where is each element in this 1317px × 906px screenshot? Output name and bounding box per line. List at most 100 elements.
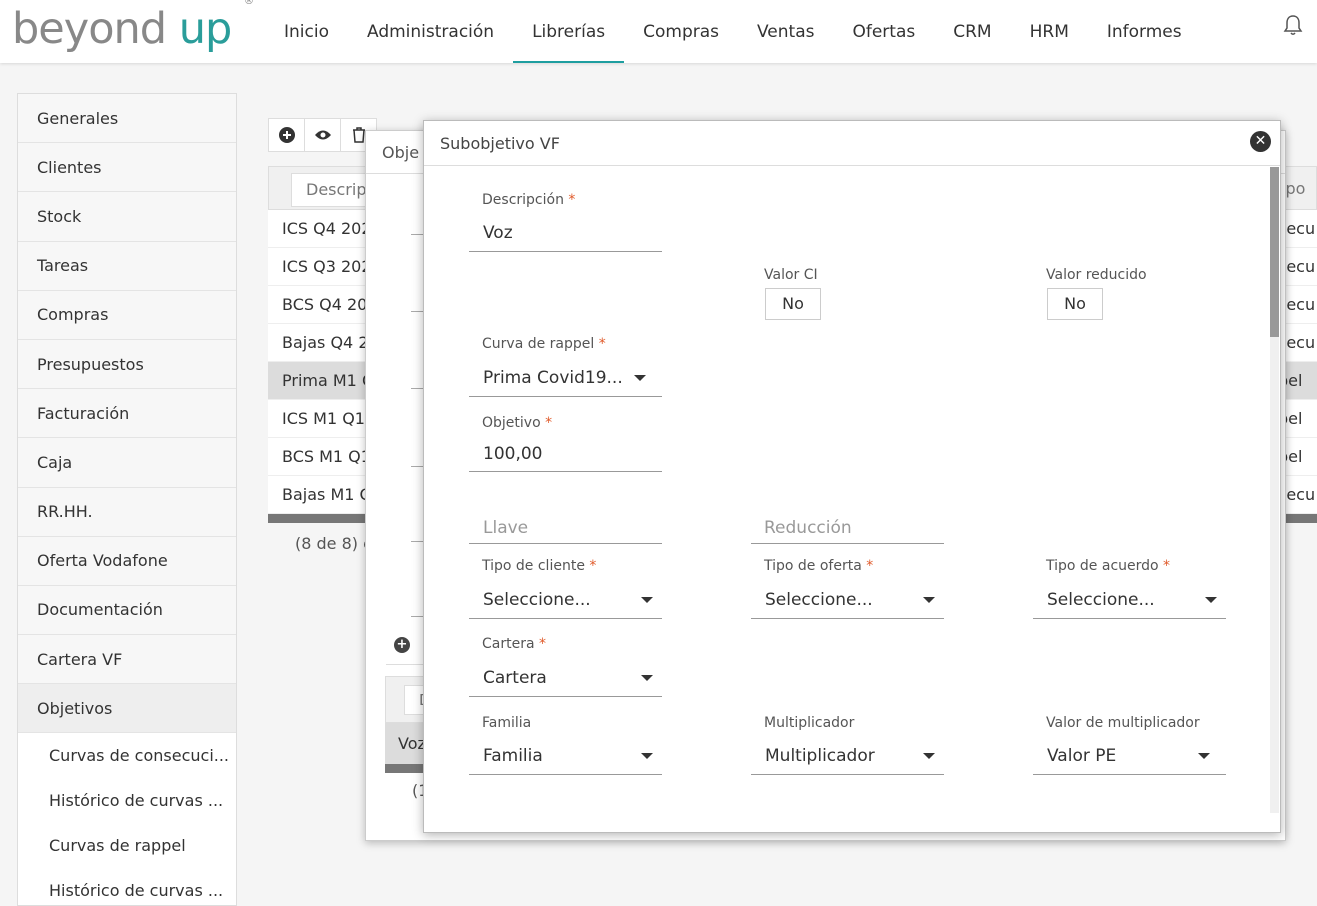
logo-accent: up — [178, 4, 233, 54]
view-button[interactable] — [304, 118, 341, 152]
nav-informes[interactable]: Informes — [1088, 0, 1201, 63]
label-text: Tipo de cliente — [482, 558, 585, 574]
reduccion-input[interactable]: Reducción — [764, 518, 852, 538]
sidebar-item-tareas[interactable]: Tareas — [18, 241, 236, 291]
required-mark: * — [589, 558, 597, 574]
divider — [411, 616, 423, 617]
sidebar-subitem-curvas-rappel[interactable]: Curvas de rappel — [18, 823, 236, 869]
multiplicador-underline — [751, 774, 944, 775]
sidebar-item-stock[interactable]: Stock — [18, 192, 236, 242]
sidebar-item-cartera-vf[interactable]: Cartera VF — [18, 635, 236, 685]
nav-librerias[interactable]: Librerías — [513, 0, 625, 63]
scrollbar-thumb[interactable] — [1270, 167, 1279, 337]
chevron-down-icon[interactable] — [641, 753, 653, 759]
sidebar-subitem-historico-curvas-2[interactable]: Histórico de curvas ... — [18, 868, 236, 905]
sidebar-subitem-historico-curvas-1[interactable]: Histórico de curvas ... — [18, 778, 236, 824]
record-count: (8 de 8) e — [295, 534, 373, 553]
chevron-down-icon[interactable] — [641, 675, 653, 681]
sidebar-item-generales[interactable]: Generales — [18, 94, 236, 144]
tipo-cliente-select[interactable]: Seleccione... — [483, 590, 591, 610]
divider — [411, 466, 423, 467]
tipo-oferta-label: Tipo de oferta * — [764, 558, 873, 574]
valor-ci-label: Valor CI — [764, 267, 818, 283]
label-text: Descripción — [482, 192, 564, 208]
row-description: ICS M1 Q1 — [282, 409, 365, 428]
cartera-select[interactable]: Cartera — [483, 668, 547, 688]
row-description: BCS Q4 20 — [282, 295, 368, 314]
sidebar-item-presupuestos[interactable]: Presupuestos — [18, 339, 236, 390]
nav-inicio[interactable]: Inicio — [265, 0, 348, 63]
cartera-label: Cartera * — [482, 636, 546, 652]
required-mark: * — [568, 192, 576, 208]
sidebar-item-rrhh[interactable]: RR.HH. — [18, 487, 236, 537]
chevron-down-icon[interactable] — [634, 375, 646, 381]
sidebar-subitem-curvas-consecucion[interactable]: Curvas de consecuci... — [18, 733, 236, 779]
chevron-down-icon[interactable] — [1205, 597, 1217, 603]
row-description: ICS Q4 202 — [282, 219, 372, 238]
llave-input[interactable]: Llave — [483, 518, 528, 538]
objetivo-underline — [469, 471, 662, 472]
row-description: Prima M1 C — [282, 371, 374, 390]
sidebar: Generales Clientes Stock Tareas Compras … — [17, 93, 237, 906]
tipo-cliente-underline — [469, 618, 662, 619]
objetivo-label: Objetivo * — [482, 415, 552, 431]
multiplicador-select[interactable]: Multiplicador — [765, 746, 875, 766]
close-icon[interactable]: ✕ — [1250, 131, 1271, 152]
chevron-down-icon[interactable] — [923, 597, 935, 603]
dialog-header: Subobjetivo VF ✕ — [424, 121, 1280, 166]
descripcion-label: Descripción * — [482, 192, 575, 208]
add-button[interactable] — [268, 118, 305, 152]
label-text: Curva de rappel — [482, 336, 595, 352]
reduccion-underline — [751, 543, 944, 544]
nav-compras[interactable]: Compras — [624, 0, 738, 63]
row-description: BCS M1 Q1 — [282, 447, 371, 466]
required-mark: * — [866, 558, 874, 574]
eye-icon — [314, 130, 331, 140]
valor-ci-toggle[interactable]: No — [765, 288, 821, 320]
required-mark: * — [539, 636, 547, 652]
brand-logo[interactable]: beyond up ® — [12, 0, 254, 54]
familia-select[interactable]: Familia — [483, 746, 543, 766]
nav-administracion[interactable]: Administración — [348, 0, 513, 63]
tipo-oferta-select[interactable]: Seleccione... — [765, 590, 873, 610]
trash-icon — [352, 127, 365, 143]
main-nav: Inicio Administración Librerías Compras … — [265, 0, 1201, 63]
chevron-down-icon[interactable] — [1198, 753, 1210, 759]
divider — [411, 234, 423, 235]
objetivo-input[interactable]: 100,00 — [483, 444, 542, 464]
valor-reducido-toggle[interactable]: No — [1047, 288, 1103, 320]
logo-main: beyond — [12, 4, 167, 54]
logo-registered: ® — [243, 0, 254, 7]
valor-reducido-label: Valor reducido — [1046, 267, 1147, 283]
plus-circle-icon — [278, 127, 295, 143]
sidebar-item-facturacion[interactable]: Facturación — [18, 389, 236, 439]
descripcion-input[interactable]: Voz — [483, 223, 513, 243]
divider — [411, 541, 423, 542]
required-mark: * — [1163, 558, 1171, 574]
dialog-title: Subobjetivo VF — [440, 134, 560, 153]
tipo-oferta-underline — [751, 618, 944, 619]
sidebar-item-oferta-vodafone[interactable]: Oferta Vodafone — [18, 536, 236, 586]
row-description: Bajas M1 C — [282, 485, 371, 504]
list-toolbar — [268, 118, 377, 152]
sidebar-item-compras[interactable]: Compras — [18, 290, 236, 340]
chevron-down-icon[interactable] — [923, 753, 935, 759]
curva-rappel-select[interactable]: Prima Covid19... — [483, 368, 623, 388]
nav-ofertas[interactable]: Ofertas — [833, 0, 934, 63]
sidebar-item-objetivos[interactable]: Objetivos — [18, 684, 236, 734]
sidebar-item-documentacion[interactable]: Documentación — [18, 585, 236, 636]
valor-multiplicador-select[interactable]: Valor PE — [1047, 746, 1116, 766]
divider — [411, 311, 423, 312]
bell-icon[interactable] — [1283, 14, 1303, 36]
tipo-acuerdo-select[interactable]: Seleccione... — [1047, 590, 1155, 610]
sidebar-item-clientes[interactable]: Clientes — [18, 143, 236, 193]
sidebar-item-caja[interactable]: Caja — [18, 438, 236, 488]
label-text: Tipo de oferta — [764, 558, 862, 574]
nav-hrm[interactable]: HRM — [1011, 0, 1088, 63]
label-text: Cartera — [482, 636, 535, 652]
nav-ventas[interactable]: Ventas — [738, 0, 833, 63]
add-subobjective-button[interactable]: + — [394, 637, 410, 653]
nav-crm[interactable]: CRM — [934, 0, 1010, 63]
chevron-down-icon[interactable] — [641, 597, 653, 603]
label-text: Tipo de acuerdo — [1046, 558, 1159, 574]
